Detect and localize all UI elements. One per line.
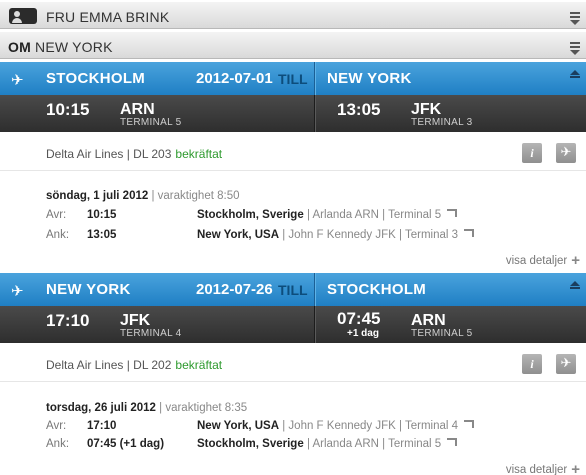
status-badge: bekräftat (175, 147, 223, 161)
passenger-bar[interactable]: FRU EMMA BRINK (0, 1, 586, 29)
arr-time: 13:05 (337, 100, 381, 119)
info-button[interactable]: i (522, 354, 542, 374)
dep-place-extra: | John F Kennedy JFK | Terminal 4 (282, 420, 459, 432)
external-link-icon[interactable] (447, 438, 458, 446)
show-details-label: visa detaljer (505, 464, 568, 475)
dep-terminal: TERMINAL 4 (120, 328, 182, 339)
dep-place: New York, USA (197, 420, 280, 432)
dep-time-detail: 10:15 (87, 209, 117, 221)
about-prefix: OM (8, 39, 31, 55)
external-link-icon[interactable] (464, 229, 475, 237)
duration: | varaktighet 8:50 (151, 190, 240, 202)
dep-label: Avr: (46, 420, 67, 432)
airline-info: Delta Air Lines | DL 203 (46, 147, 172, 161)
arr-terminal: TERMINAL 5 (411, 328, 473, 339)
arr-time-detail: 07:45 (+1 dag) (87, 438, 165, 450)
dep-time: 10:15 (46, 100, 90, 119)
destination-bar[interactable]: OM NEW YORK (0, 31, 586, 59)
about-destination: NEW YORK (35, 39, 113, 55)
to-city: NEW YORK (327, 70, 412, 87)
divider (314, 306, 316, 343)
flight-date: 2012-07-26 (196, 281, 273, 298)
from-city: STOCKHOLM (46, 70, 146, 87)
arr-terminal: TERMINAL 3 (411, 117, 473, 128)
status-badge: bekräftat (175, 358, 223, 372)
arr-place-extra: | John F Kennedy JFK | Terminal 3 (282, 229, 459, 241)
flight-times: 10:15 ARN TERMINAL 5 13:05 JFK TERMINAL … (0, 95, 586, 132)
flight-times: 17:10 JFK TERMINAL 4 07:45 +1 dag ARN TE… (0, 306, 586, 343)
collapse-icon[interactable] (570, 281, 580, 289)
from-city: NEW YORK (46, 281, 131, 298)
passenger-name: FRU EMMA BRINK (46, 9, 170, 25)
divider (314, 62, 316, 95)
arr-label: Ank: (46, 438, 70, 450)
plane-icon: ✈ (11, 283, 24, 300)
airline-row: Delta Air Lines | DL 202 bekräftat i ✈ (0, 347, 586, 382)
arr-time: 07:45 (337, 309, 381, 328)
arr-place-extra: | Arlanda ARN | Terminal 5 (306, 438, 442, 450)
duration: | varaktighet 8:35 (159, 402, 248, 414)
expand-icon[interactable] (570, 12, 580, 22)
dep-place-extra: | Arlanda ARN | Terminal 5 (306, 209, 442, 221)
arr-place: New York, USA (197, 229, 280, 241)
to-city: STOCKHOLM (327, 281, 427, 298)
expand-icon[interactable] (570, 42, 580, 52)
person-icon (9, 8, 37, 24)
plus-icon: + (571, 461, 580, 475)
dep-terminal: TERMINAL 5 (120, 117, 182, 128)
divider (314, 273, 316, 306)
plane-icon: ✈ (11, 72, 24, 89)
show-details-link[interactable]: visa detaljer + (506, 461, 580, 475)
show-details-link[interactable]: visa detaljer + (506, 252, 580, 269)
arr-place: Stockholm, Sverige (197, 438, 304, 450)
till-label: TILL (278, 282, 308, 298)
arr-time-detail: 13:05 (87, 229, 117, 241)
flight-button[interactable]: ✈ (556, 143, 576, 163)
flight-day: torsdag, 26 juli 2012 (46, 402, 156, 414)
divider (314, 95, 316, 132)
flight-header[interactable]: ✈ NEW YORK 2012-07-26 TILL STOCKHOLM (0, 273, 586, 306)
show-details-label: visa detaljer (505, 255, 568, 267)
flight-button[interactable]: ✈ (556, 354, 576, 374)
plus-day: +1 dag (347, 328, 379, 339)
dep-label: Avr: (46, 209, 67, 221)
plus-icon: + (571, 252, 580, 269)
flight-date: 2012-07-01 (196, 70, 273, 87)
dep-time-detail: 17:10 (87, 420, 117, 432)
dep-time: 17:10 (46, 311, 90, 330)
info-button[interactable]: i (522, 143, 542, 163)
airline-info: Delta Air Lines | DL 202 (46, 358, 172, 372)
collapse-icon[interactable] (570, 70, 580, 78)
flight-header[interactable]: ✈ STOCKHOLM 2012-07-01 TILL NEW YORK (0, 62, 586, 95)
dep-place: Stockholm, Sverige (197, 209, 304, 221)
arr-label: Ank: (46, 229, 70, 241)
airline-row: Delta Air Lines | DL 203 bekräftat i ✈ (0, 136, 586, 171)
external-link-icon[interactable] (464, 420, 475, 428)
external-link-icon[interactable] (447, 209, 458, 217)
till-label: TILL (278, 71, 308, 87)
flight-day: söndag, 1 juli 2012 (46, 190, 149, 202)
